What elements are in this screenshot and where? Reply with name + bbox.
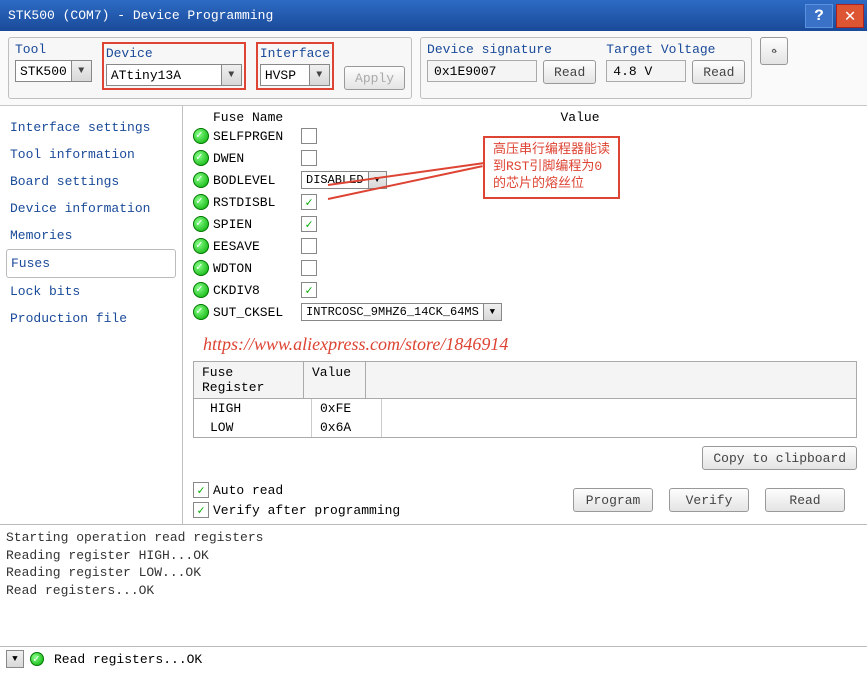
log-panel: Starting operation read registers Readin…	[0, 524, 867, 646]
main-panel: Fuse Name Value SELFPRGEN DWEN BODLEVELDIS…	[182, 106, 867, 524]
fuse-header: Fuse Name Value	[193, 110, 857, 125]
copy-button[interactable]: Copy to clipboard	[702, 446, 857, 470]
sidebar-item-tool-information[interactable]: Tool information	[6, 141, 176, 168]
fuse-name: WDTON	[213, 261, 301, 276]
fuse-checkbox[interactable]	[301, 260, 317, 276]
tool-group-right: Device signature 0x1E9007 Read Target Vo…	[420, 37, 752, 99]
gear-icon	[771, 43, 777, 59]
settings-button[interactable]	[760, 37, 788, 65]
sidebar: Interface settings Tool information Boar…	[0, 106, 182, 524]
sidebar-item-lock-bits[interactable]: Lock bits	[6, 278, 176, 305]
fuse-name: BODLEVEL	[213, 173, 301, 188]
program-button[interactable]: Program	[573, 488, 653, 512]
fuse-checkbox[interactable]	[301, 128, 317, 144]
close-button[interactable]: ✕	[836, 4, 864, 28]
chevron-down-icon[interactable]: ▼	[484, 303, 502, 321]
tool-group-left: Tool STK500 ▼ Device ATtiny13A ▼ Interfa…	[8, 37, 412, 99]
signature-label: Device signature	[427, 42, 596, 57]
fuse-checkbox[interactable]	[301, 150, 317, 166]
window-title: STK500 (COM7) - Device Programming	[8, 8, 273, 23]
verify-button[interactable]: Verify	[669, 488, 749, 512]
sidebar-item-memories[interactable]: Memories	[6, 222, 176, 249]
verify-after-label: Verify after programming	[213, 503, 400, 518]
fuse-row: EESAVE	[193, 235, 857, 257]
sidebar-item-board-settings[interactable]: Board settings	[6, 168, 176, 195]
ok-icon	[193, 216, 209, 232]
fuse-name: DWEN	[213, 151, 301, 166]
tool-label: Tool	[15, 42, 92, 57]
tool-select[interactable]: STK500 ▼	[15, 60, 92, 82]
sidebar-item-interface-settings[interactable]: Interface settings	[6, 114, 176, 141]
ok-icon	[193, 172, 209, 188]
voltage-label: Target Voltage	[606, 42, 745, 57]
ok-icon	[193, 194, 209, 210]
fuse-row: CKDIV8✓	[193, 279, 857, 301]
register-row: HIGH 0xFE	[194, 399, 856, 418]
register-panel: Fuse Register Value HIGH 0xFE LOW 0x6A	[193, 361, 857, 438]
fuse-name: SELFPRGEN	[213, 129, 301, 144]
fuse-select[interactable]: INTRCOSC_9MHZ6_14CK_64MS▼	[301, 303, 502, 321]
fuse-checkbox[interactable]	[301, 238, 317, 254]
fuse-checkbox[interactable]: ✓	[301, 282, 317, 298]
sidebar-item-production-file[interactable]: Production file	[6, 305, 176, 332]
read-button[interactable]: Read	[765, 488, 845, 512]
annotation-callout: 高压串行编程器能读 到RST引脚编程为0 的芯片的熔丝位	[483, 136, 620, 199]
device-select[interactable]: ATtiny13A ▼	[106, 64, 242, 86]
ok-icon	[193, 238, 209, 254]
fuse-row: WDTON	[193, 257, 857, 279]
status-text: Read registers...OK	[54, 652, 202, 667]
fuse-checkbox[interactable]: ✓	[301, 216, 317, 232]
fuse-row: SUT_CKSELINTRCOSC_9MHZ6_14CK_64MS▼	[193, 301, 857, 323]
verify-after-checkbox[interactable]: ✓	[193, 502, 209, 518]
device-label: Device	[106, 46, 242, 61]
ok-icon	[193, 282, 209, 298]
help-button[interactable]: ?	[805, 4, 833, 28]
apply-button[interactable]: Apply	[344, 66, 405, 90]
ok-icon	[193, 150, 209, 166]
auto-read-checkbox[interactable]: ✓	[193, 482, 209, 498]
watermark: https://www.aliexpress.com/store/1846914	[203, 334, 508, 355]
chevron-down-icon[interactable]: ▼	[72, 60, 92, 82]
fuse-name: EESAVE	[213, 239, 301, 254]
chevron-down-icon[interactable]: ▼	[310, 64, 330, 86]
fuse-checkbox[interactable]: ✓	[301, 194, 317, 210]
auto-read-label: Auto read	[213, 483, 283, 498]
fuse-name: SPIEN	[213, 217, 301, 232]
fuse-name: RSTDISBL	[213, 195, 301, 210]
titlebar: STK500 (COM7) - Device Programming ? ✕	[0, 0, 867, 31]
sidebar-item-device-information[interactable]: Device information	[6, 195, 176, 222]
signature-value: 0x1E9007	[427, 60, 537, 82]
chevron-down-icon[interactable]: ▼	[222, 64, 242, 86]
ok-icon	[193, 304, 209, 320]
interface-select[interactable]: HVSP ▼	[260, 64, 330, 86]
interface-label: Interface	[260, 46, 330, 61]
fuse-name: CKDIV8	[213, 283, 301, 298]
signature-read-button[interactable]: Read	[543, 60, 596, 84]
voltage-value: 4.8 V	[606, 60, 686, 82]
voltage-read-button[interactable]: Read	[692, 60, 745, 84]
fuse-select[interactable]: DISABLED▼	[301, 171, 387, 189]
fuse-row: SPIEN✓	[193, 213, 857, 235]
sidebar-item-fuses[interactable]: Fuses	[6, 249, 176, 278]
register-row: LOW 0x6A	[194, 418, 856, 437]
status-ok-icon	[30, 652, 44, 666]
status-dropdown[interactable]: ▼	[6, 650, 24, 668]
toolbar: Tool STK500 ▼ Device ATtiny13A ▼ Interfa…	[0, 31, 867, 106]
ok-icon	[193, 260, 209, 276]
status-bar: ▼ Read registers...OK	[0, 646, 867, 671]
ok-icon	[193, 128, 209, 144]
fuse-name: SUT_CKSEL	[213, 305, 301, 320]
